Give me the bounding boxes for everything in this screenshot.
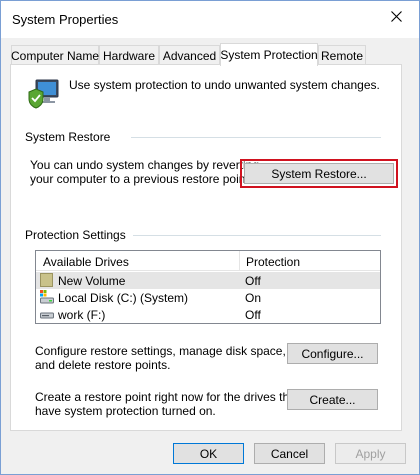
tab-advanced[interactable]: Advanced — [159, 45, 220, 65]
drives-list[interactable]: Available Drives Protection New Volume O… — [35, 250, 381, 324]
intro-text: Use system protection to undo unwanted s… — [69, 78, 380, 92]
folder-drive-icon — [40, 273, 53, 287]
restore-description-line-2: your computer to a previous restore poin… — [30, 172, 253, 186]
protection-settings-group-label: Protection Settings — [25, 228, 126, 242]
tab-remote[interactable]: Remote — [318, 45, 366, 65]
configure-description-line-1: Configure restore settings, manage disk … — [35, 344, 286, 358]
tab-computer-name[interactable]: Computer Name — [11, 45, 99, 65]
drives-list-header: Available Drives Protection — [36, 251, 380, 271]
hard-drive-icon — [40, 312, 54, 319]
tab-strip: Computer Name Hardware Advanced System P… — [1, 43, 419, 66]
create-button[interactable]: Create... — [287, 389, 378, 410]
system-protection-icon — [28, 79, 59, 109]
drive-row-new-volume[interactable]: New Volume Off — [36, 272, 380, 289]
system-restore-button[interactable]: System Restore... — [240, 159, 398, 188]
column-header-protection[interactable]: Protection — [246, 255, 300, 269]
window-title: System Properties — [12, 12, 119, 27]
drive-row-work-f[interactable]: work (F:) Off — [36, 306, 380, 323]
restore-description-line-1: You can undo system changes by reverting — [30, 158, 260, 172]
close-icon — [390, 11, 402, 22]
system-restore-divider — [131, 137, 381, 138]
protection-settings-divider — [133, 235, 381, 236]
system-properties-window: System Properties Computer Name Hardware… — [0, 0, 420, 475]
column-header-available-drives[interactable]: Available Drives — [43, 255, 129, 269]
configure-button[interactable]: Configure... — [287, 343, 378, 364]
cancel-button[interactable]: Cancel — [254, 443, 325, 464]
close-button[interactable] — [373, 1, 419, 32]
ok-button[interactable]: OK — [173, 443, 244, 464]
drive-row-local-disk-c[interactable]: Local Disk (C:) (System) On — [36, 289, 380, 306]
tab-system-protection[interactable]: System Protection — [220, 43, 318, 66]
create-description-line-2: have system protection turned on. — [35, 404, 216, 418]
configure-description-line-2: and delete restore points. — [35, 358, 171, 372]
column-separator[interactable] — [239, 251, 240, 271]
tab-hardware[interactable]: Hardware — [99, 45, 159, 65]
apply-button[interactable]: Apply — [335, 443, 406, 464]
create-description-line-1: Create a restore point right now for the… — [35, 390, 300, 404]
system-drive-icon — [40, 290, 54, 304]
title-bar[interactable]: System Properties — [1, 1, 419, 38]
system-protection-panel: Use system protection to undo unwanted s… — [10, 64, 402, 431]
system-restore-group-label: System Restore — [25, 130, 111, 144]
